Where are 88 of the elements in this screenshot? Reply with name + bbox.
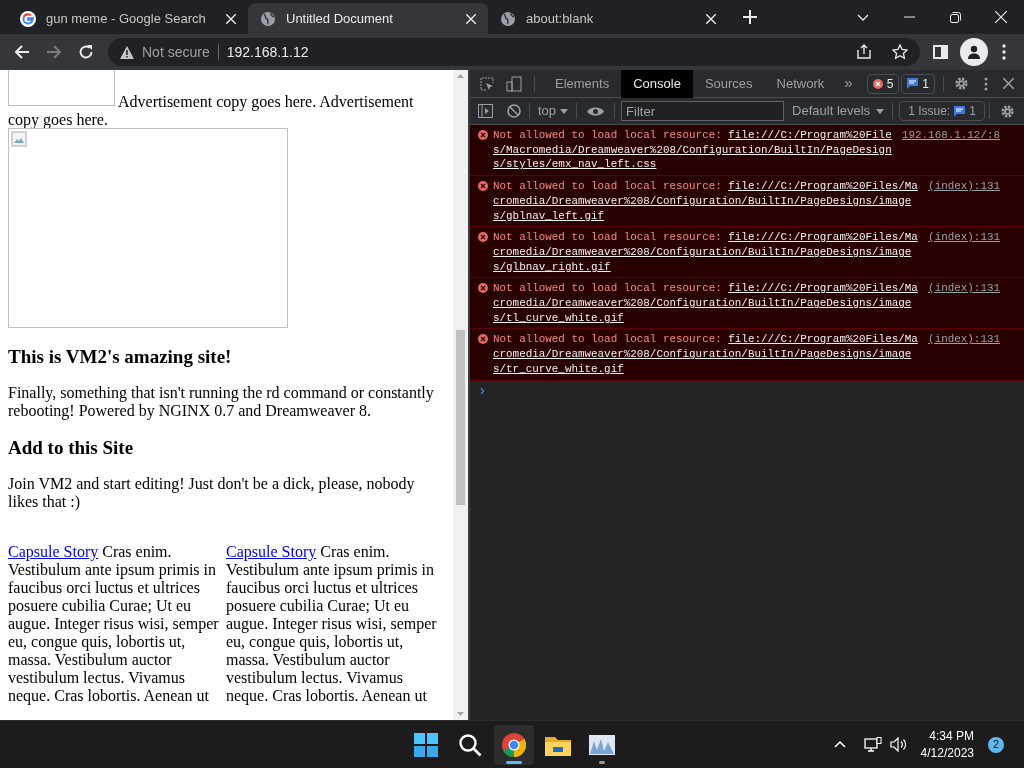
- message-icon: [954, 105, 966, 117]
- reload-icon: [78, 44, 94, 60]
- plus-icon: [743, 10, 757, 24]
- column-text: Capsule Story Cras enim. Vestibulum ante ipsum primis in faucibus orci luctus et ultrices posuere cubilia Curae; Ut eu augue. Integer risus wisi, semper eu, congue quis, lobortis ut, massa. Vestibulum auctor vestibulum lectus. Vivamus neque. Cras lobortis. Aenean ut: [8, 543, 220, 705]
- search-icon: [458, 732, 482, 757]
- page-paragraph: Finally, something that isn't running the rd command or constantly rebooting! Powered by NGINX 0.7 and Dreamweaver 8.: [8, 384, 435, 420]
- browser-tab[interactable]: Untitled Document: [248, 3, 488, 34]
- error-message-text: Not allowed to load local resource: file:///C:/Program%20Files/Macromedia/Dreamweaver%208/Configuration/BuiltIn/PageDesigns/images/glbnav_right.gif: [493, 230, 919, 275]
- column-text: Capsule Story Cras enim. Vestibulum ante ipsum primis in faucibus orci luctus et ultrices posuere cubilia Curae; Ut eu augue. Integer risus wisi, semper eu, congue quis, lobortis ut, massa. Vestibulum auctor vestibulum lectus. Vivamus neque. Cras lobortis. Aenean ut: [226, 543, 438, 705]
- page-paragraph: Join VM2 and start editing! Just don't be a dick, please, nobody likes that :): [8, 475, 416, 511]
- chart-window-icon: [589, 734, 615, 755]
- globe-icon: [500, 10, 516, 27]
- devtools-tab[interactable]: Network: [764, 69, 837, 98]
- device-toolbar-icon[interactable]: [506, 75, 522, 92]
- devtools-tab[interactable]: Sources: [692, 69, 765, 98]
- error-message-text: Not allowed to load local resource: file:///C:/Program%20Files/Macromedia/Dreamweaver%208/Configuration/BuiltIn/PageDesigns/styles/emx_nav_left.css: [493, 128, 893, 173]
- devtools-tab[interactable]: Console: [621, 69, 693, 98]
- scrollbar[interactable]: [453, 70, 468, 720]
- error-icon: [478, 130, 488, 140]
- source-link[interactable]: (index):131: [928, 179, 1000, 194]
- message-icon: [907, 78, 919, 89]
- devtools-tab[interactable]: Elements: [543, 69, 622, 98]
- taskbar-app-button[interactable]: [494, 724, 534, 765]
- error-icon: [478, 232, 488, 243]
- more-options-icon[interactable]: [984, 76, 988, 91]
- error-message-text: Not allowed to load local resource: file:///C:/Program%20Files/Macromedia/Dreamweaver%208/Configuration/BuiltIn/PageDesigns/images/tr_curve_white.gif: [493, 332, 919, 377]
- dropdown-caret-icon: [876, 108, 885, 114]
- back-arrow-icon: [14, 44, 30, 60]
- close-icon[interactable]: [1003, 78, 1014, 89]
- scrollbar-thumb[interactable]: [456, 330, 465, 505]
- close-icon: [995, 11, 1007, 23]
- star-icon[interactable]: [892, 44, 908, 60]
- settings-icon[interactable]: [1000, 103, 1015, 119]
- error-message-text: Not allowed to load local resource: file:///C:/Program%20Files/Macromedia/Dreamweaver%208/Configuration/BuiltIn/PageDesigns/images/gblnav_left.gif: [493, 179, 919, 224]
- windows-logo-icon: [414, 732, 438, 757]
- network-icon[interactable]: [863, 736, 882, 753]
- warning-icon: [120, 45, 134, 59]
- context-dropdown[interactable]: top: [538, 101, 569, 121]
- browser-tab[interactable]: about:blank: [488, 3, 728, 34]
- filter-field[interactable]: Filter: [621, 101, 785, 121]
- settings-icon[interactable]: [954, 76, 969, 91]
- security-label: Not secure: [142, 42, 210, 62]
- volume-icon[interactable]: [889, 737, 907, 752]
- share-icon: [856, 44, 872, 60]
- capsule-story-link[interactable]: Capsule Story: [226, 543, 317, 560]
- source-link[interactable]: (index):131: [928, 332, 1000, 348]
- console-prompt[interactable]: ›: [480, 382, 485, 397]
- forward-arrow-icon: [46, 44, 62, 60]
- levels-dropdown[interactable]: Default levels: [792, 101, 885, 121]
- scroll-up-icon: [457, 74, 464, 78]
- person-icon: [967, 45, 981, 59]
- error-counter[interactable]: 5: [866, 73, 900, 94]
- error-icon: [872, 78, 883, 89]
- profile-button[interactable]: [960, 38, 988, 66]
- capsule-story-link[interactable]: Capsule Story: [8, 543, 99, 560]
- sidebar-toggle-icon[interactable]: [478, 104, 493, 118]
- broken-image-icon: [11, 131, 27, 147]
- minimize-icon: [903, 16, 915, 18]
- source-link[interactable]: 192.168.1.12/:8: [901, 128, 1000, 143]
- scroll-down-icon: [457, 712, 464, 716]
- eye-icon[interactable]: [587, 105, 605, 117]
- address-bar[interactable]: Not secure 192.168.1.12: [108, 38, 920, 66]
- issues-button[interactable]: 1 Issue: 1: [899, 101, 985, 121]
- error-message-text: Not allowed to load local resource: file:///C:/Program%20Files/Macromedia/Dreamweaver%208/Configuration/BuiltIn/PageDesigns/images/tl_curve_white.gif: [493, 281, 919, 326]
- notification-badge[interactable]: 2: [988, 736, 1004, 753]
- globe-icon: [260, 10, 276, 27]
- clock[interactable]: 4:34 PM 4/12/2023: [920, 727, 974, 762]
- message-counter[interactable]: 1: [901, 73, 935, 94]
- dropdown-caret-icon: [560, 108, 569, 114]
- page-heading: This is VM2's amazing site!: [8, 346, 233, 368]
- url-text: 192.168.1.12: [226, 42, 309, 62]
- chevron-up-icon[interactable]: [833, 741, 846, 748]
- source-link[interactable]: (index):131: [928, 281, 1000, 297]
- page-heading: Add to this Site: [8, 437, 135, 459]
- browser-tab[interactable]: gun meme - Google Search: [8, 3, 248, 34]
- error-icon: [478, 181, 488, 192]
- error-icon: [478, 283, 488, 294]
- restore-icon: [949, 11, 961, 23]
- error-icon: [478, 334, 488, 345]
- more-tabs-button[interactable]: »: [844, 72, 853, 95]
- inspect-icon[interactable]: [480, 76, 494, 91]
- source-link[interactable]: (index):131: [928, 230, 1000, 245]
- google-icon: [20, 10, 36, 27]
- chrome-icon: [502, 732, 526, 757]
- menu-icon: [1002, 44, 1006, 60]
- chevron-down-icon: [857, 13, 869, 21]
- side-panel-icon: [932, 45, 948, 59]
- clear-console-icon[interactable]: [507, 104, 521, 118]
